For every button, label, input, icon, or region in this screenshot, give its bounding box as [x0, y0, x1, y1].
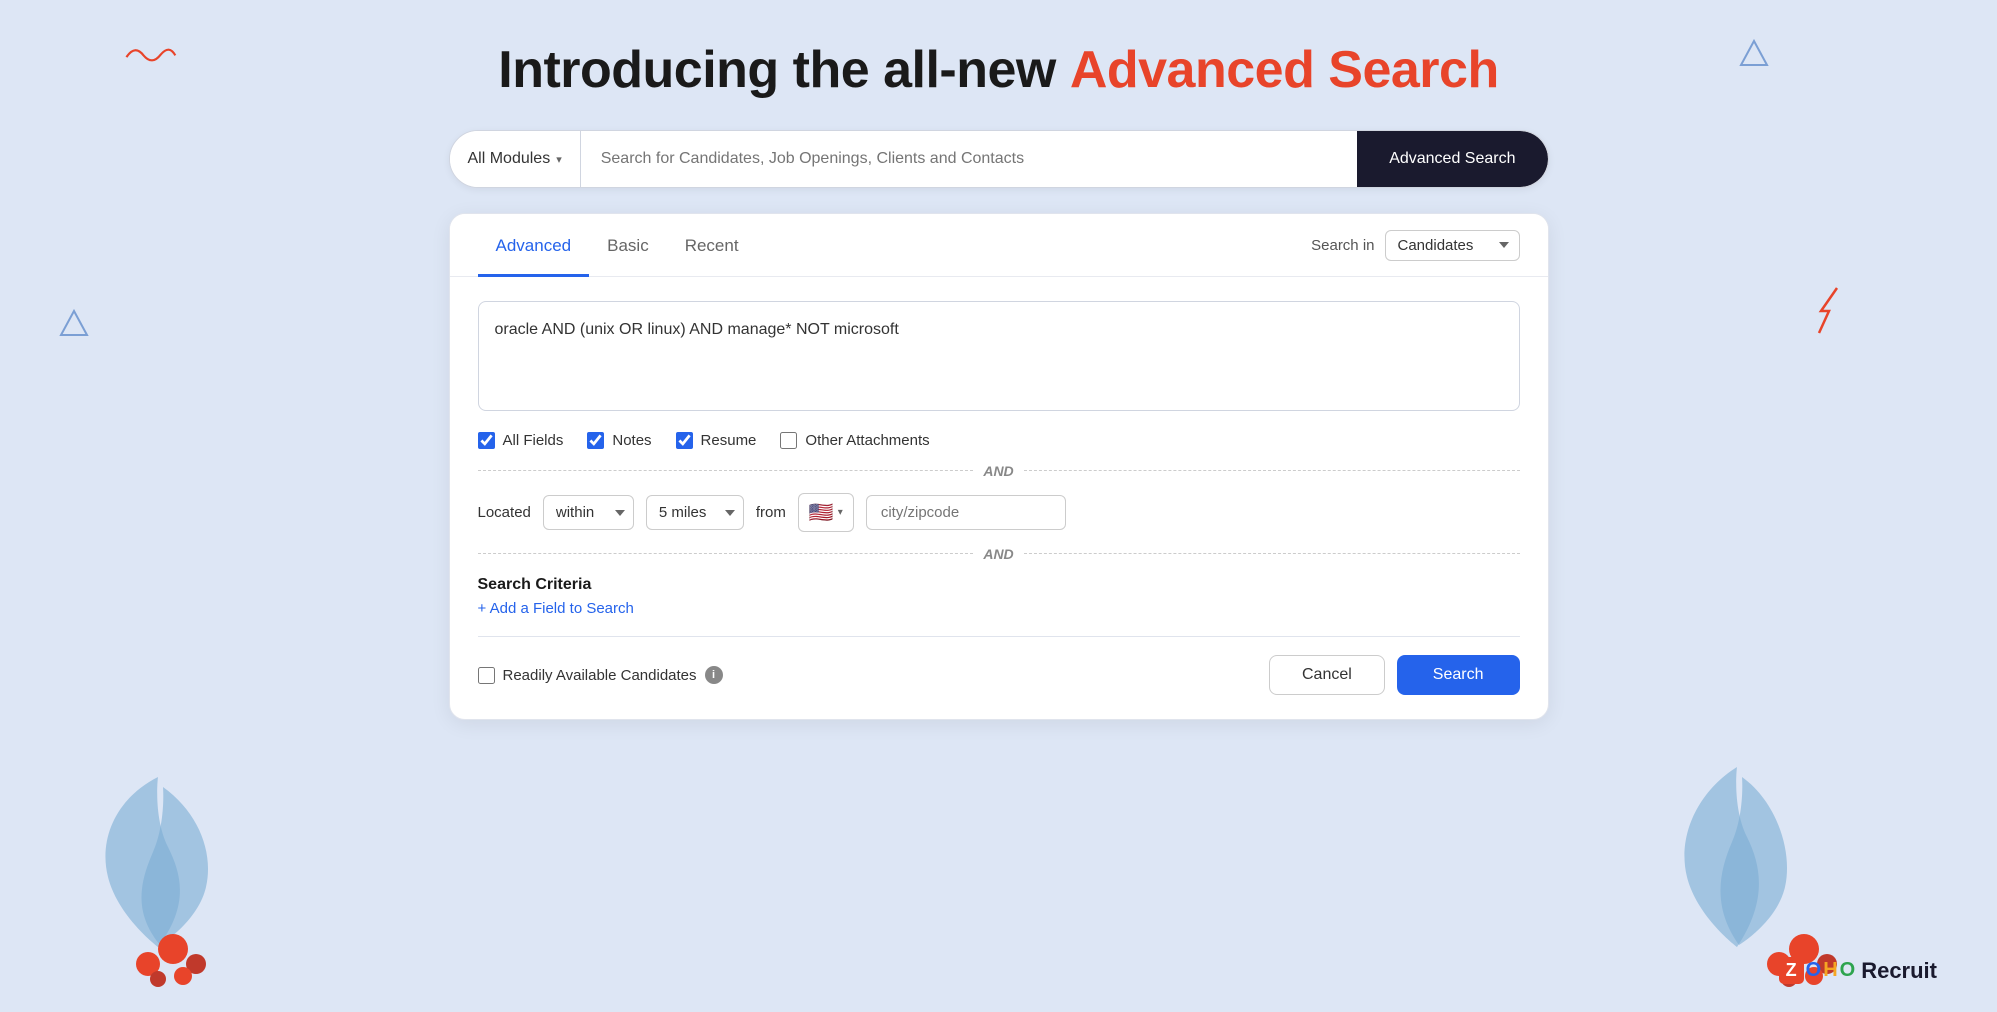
search-in-select[interactable]: Candidates Job Openings Clients Contacts [1385, 230, 1520, 261]
zoho-o1: O [1806, 959, 1822, 982]
all-modules-label: All Modules [468, 150, 551, 168]
panel-body: oracle AND (unix OR linux) AND manage* N… [450, 277, 1548, 719]
resume-checkbox-item[interactable]: Resume [676, 432, 757, 449]
other-attachments-checkbox[interactable] [780, 432, 797, 449]
notes-label: Notes [612, 432, 651, 449]
tab-basic[interactable]: Basic [589, 214, 667, 277]
search-criteria-section: Search Criteria + Add a Field to Search [478, 576, 1520, 618]
action-buttons: Cancel Search [1269, 655, 1520, 695]
all-fields-label: All Fields [503, 432, 564, 449]
from-label: from [756, 504, 786, 521]
search-in-container: Search in Candidates Job Openings Client… [1311, 230, 1519, 261]
zoho-recruit-logo: Z O H O Recruit [1779, 957, 1937, 984]
resume-label: Resume [701, 432, 757, 449]
dropdown-arrow-icon: ▾ [556, 153, 562, 166]
country-flag-select[interactable]: 🇺🇸 ▾ [798, 493, 854, 532]
readily-available-item[interactable]: Readily Available Candidates i [478, 666, 723, 684]
tabs-row: Advanced Basic Recent Search in Candidat… [450, 214, 1548, 277]
zoho-h: H [1823, 959, 1837, 982]
page-title: Introducing the all-new Advanced Search [498, 40, 1498, 100]
checkboxes-row: All Fields Notes Resume Other Attachment… [478, 432, 1520, 449]
search-button[interactable]: Search [1397, 655, 1520, 695]
other-attachments-label: Other Attachments [805, 432, 929, 449]
location-row: Located within outside 1 mile 5 miles 10… [478, 493, 1520, 532]
global-search-input[interactable] [581, 150, 1357, 168]
city-zipcode-input[interactable] [866, 495, 1066, 530]
query-textarea[interactable]: oracle AND (unix OR linux) AND manage* N… [478, 301, 1520, 411]
notes-checkbox[interactable] [587, 432, 604, 449]
readily-available-checkbox[interactable] [478, 667, 495, 684]
search-criteria-title: Search Criteria [478, 576, 1520, 594]
and-divider-1: AND [478, 463, 1520, 479]
search-in-label: Search in [1311, 237, 1374, 254]
us-flag-icon: 🇺🇸 [809, 500, 834, 525]
within-select[interactable]: within outside [543, 495, 634, 530]
title-normal: Introducing the all-new [498, 41, 1070, 99]
add-field-link[interactable]: + Add a Field to Search [478, 600, 634, 617]
tab-advanced[interactable]: Advanced [478, 214, 590, 277]
zoho-o2: O [1840, 959, 1856, 982]
distance-select[interactable]: 1 mile 5 miles 10 miles 25 miles 50 mile… [646, 495, 744, 530]
readily-available-label: Readily Available Candidates [503, 667, 697, 684]
all-modules-button[interactable]: All Modules ▾ [450, 131, 581, 187]
tab-recent[interactable]: Recent [667, 214, 757, 277]
and-divider-2: AND [478, 546, 1520, 562]
advanced-search-panel: Advanced Basic Recent Search in Candidat… [449, 213, 1549, 720]
section-divider [478, 636, 1520, 637]
location-label: Located [478, 504, 531, 521]
all-fields-checkbox[interactable] [478, 432, 495, 449]
recruit-text: Recruit [1861, 958, 1937, 984]
cancel-button[interactable]: Cancel [1269, 655, 1385, 695]
advanced-search-label: Advanced Search [1389, 150, 1515, 167]
title-highlight: Advanced Search [1070, 41, 1499, 99]
all-fields-checkbox-item[interactable]: All Fields [478, 432, 564, 449]
bottom-row: Readily Available Candidates i Cancel Se… [478, 655, 1520, 695]
zoho-z: Z [1779, 957, 1804, 984]
advanced-search-button[interactable]: Advanced Search [1357, 131, 1547, 187]
search-bar: All Modules ▾ Advanced Search [449, 130, 1549, 188]
notes-checkbox-item[interactable]: Notes [587, 432, 651, 449]
resume-checkbox[interactable] [676, 432, 693, 449]
flag-dropdown-icon: ▾ [838, 507, 843, 518]
info-icon[interactable]: i [705, 666, 723, 684]
other-attachments-checkbox-item[interactable]: Other Attachments [780, 432, 929, 449]
